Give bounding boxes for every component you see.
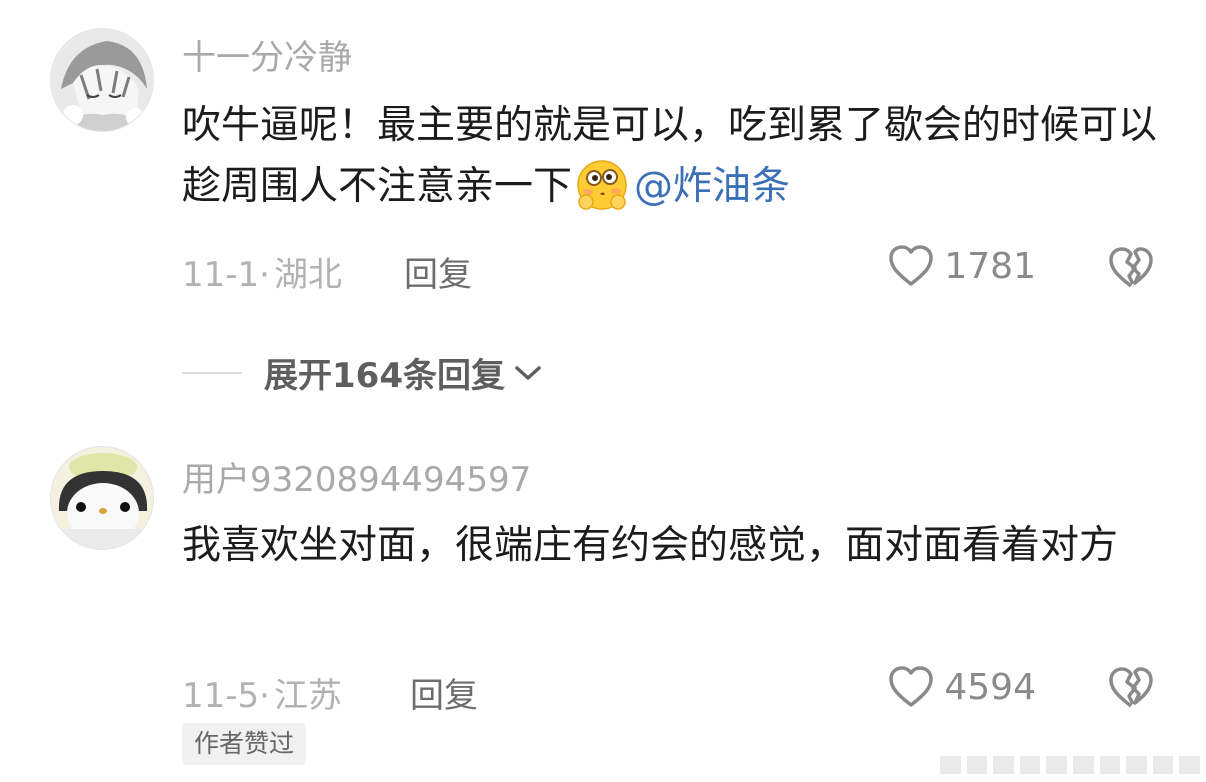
watermark <box>940 756 1200 774</box>
like-count: 1781 <box>944 245 1036 287</box>
shy-face-emoji-icon <box>574 156 630 212</box>
dislike-button[interactable] <box>1108 246 1154 292</box>
user-avatar[interactable] <box>50 446 154 550</box>
comment-text: 我喜欢坐对面，很端庄有约会的感觉，面对面看着对方 <box>182 523 1119 568</box>
meta-separator: · <box>259 676 270 716</box>
like-button[interactable]: 4594 <box>888 665 1036 709</box>
comment-location: 湖北 <box>273 255 342 295</box>
anime-boy-avatar-icon <box>51 29 153 131</box>
username[interactable]: 用户9320894494597 <box>182 452 531 501</box>
expand-replies-button[interactable]: 展开164条回复 <box>182 348 543 397</box>
mention-link[interactable]: @炸油条 <box>634 164 790 209</box>
reply-button[interactable]: 回复 <box>404 247 472 296</box>
comment-meta: 11-1· 湖北 <box>182 247 342 296</box>
broken-heart-icon <box>1109 247 1153 288</box>
user-avatar[interactable] <box>50 28 154 132</box>
chevron-down-icon <box>515 365 541 380</box>
dislike-button[interactable] <box>1108 666 1154 712</box>
heart-outline-icon <box>889 666 934 707</box>
broken-heart-icon <box>1109 667 1153 708</box>
reply-button[interactable]: 回复 <box>410 668 478 717</box>
comment-content: 我喜欢坐对面，很端庄有约会的感觉，面对面看着对方 <box>182 516 1172 576</box>
divider <box>182 371 242 374</box>
comment-content: 吹牛逼呢！最主要的就是可以，吃到累了歇会的时候可以趁周围人不注意亲一下 @炸油条 <box>182 96 1172 217</box>
author-liked-badge: 作者赞过 <box>182 723 307 765</box>
like-count: 4594 <box>944 666 1036 708</box>
expand-replies-label: 展开164条回复 <box>264 356 505 396</box>
heart-outline-icon <box>889 245 934 286</box>
like-button[interactable]: 1781 <box>888 244 1036 288</box>
comment-meta: 11-5· 江苏 <box>182 668 342 717</box>
penguin-avatar-icon <box>51 447 153 549</box>
comment-location: 江苏 <box>273 676 342 716</box>
comment-date: 11-5 <box>182 676 260 716</box>
username[interactable]: 十一分冷静 <box>182 30 352 79</box>
comment-date: 11-1 <box>182 255 260 295</box>
meta-separator: · <box>259 255 270 295</box>
